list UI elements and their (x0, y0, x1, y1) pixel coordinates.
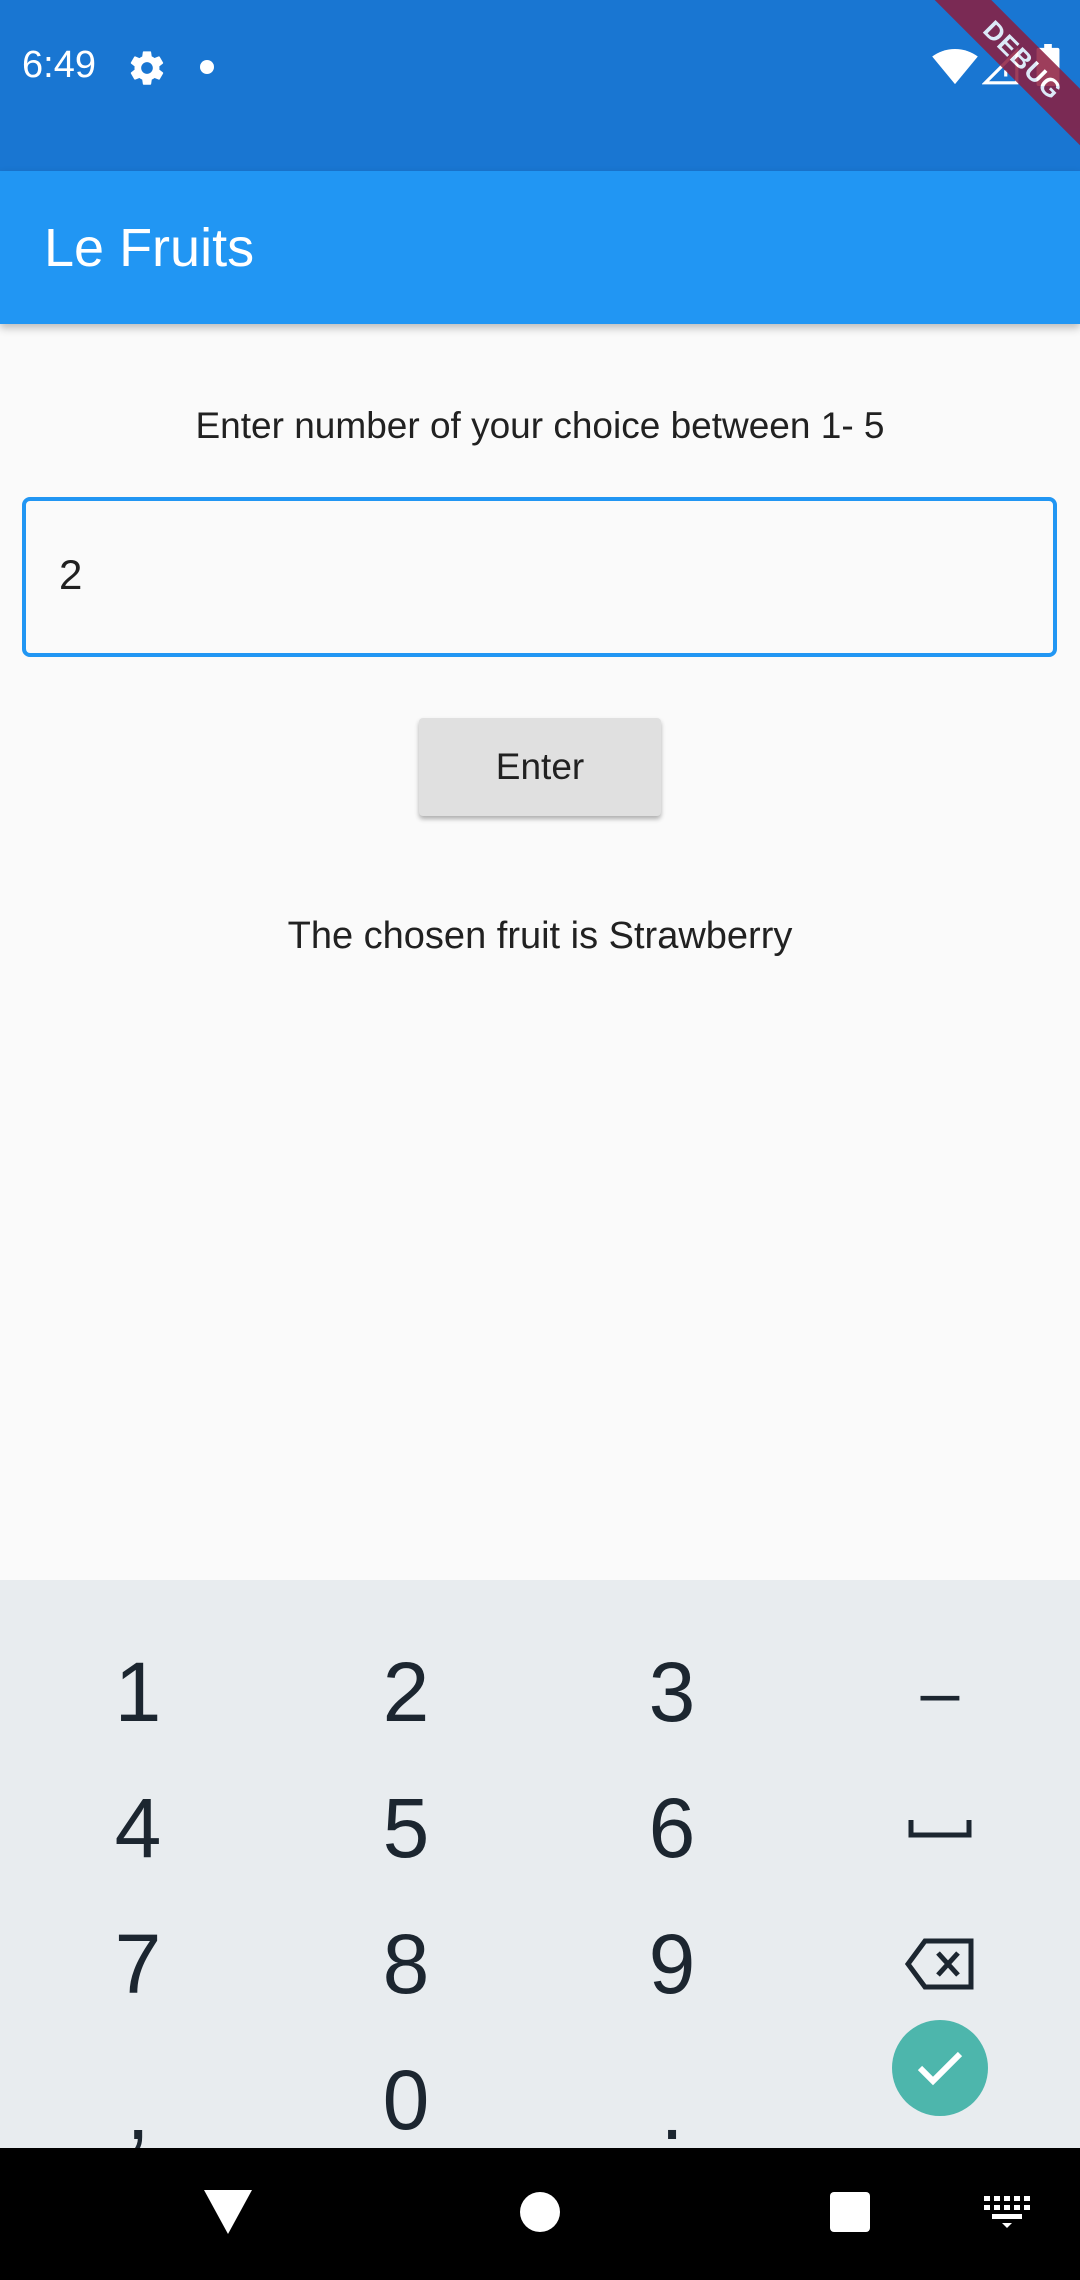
key-6[interactable]: 6 (537, 1760, 807, 1896)
notification-dot-icon (200, 60, 214, 74)
home-icon[interactable] (520, 2192, 560, 2232)
key-8[interactable]: 8 (271, 1896, 541, 2032)
navigation-bar (0, 2148, 1080, 2280)
status-bar: 6:49 (0, 0, 1080, 171)
key-4[interactable]: 4 (3, 1760, 273, 1896)
key-2[interactable]: 2 (271, 1624, 541, 1760)
key-9[interactable]: 9 (537, 1896, 807, 2032)
wifi-icon (932, 48, 978, 85)
prompt-label: Enter number of your choice between 1- 5 (195, 405, 885, 446)
key-space[interactable] (805, 1760, 1075, 1896)
numeric-keyboard: 1 2 3 – 4 5 6 7 8 9 , 0 . (0, 1580, 1080, 2157)
gear-icon (130, 51, 164, 85)
status-time: 6:49 (22, 44, 96, 86)
check-icon (917, 2051, 963, 2086)
key-1[interactable]: 1 (3, 1624, 273, 1760)
result-text: The chosen fruit is Strawberry (287, 915, 793, 957)
key-dash[interactable]: – (805, 1624, 1075, 1760)
key-7[interactable]: 7 (3, 1896, 273, 2032)
page-title: Le Fruits (44, 218, 255, 278)
enter-button[interactable]: Enter (419, 718, 661, 816)
backspace-icon (905, 1938, 974, 1990)
number-input[interactable]: 2 (22, 497, 1057, 657)
number-input-value: 2 (59, 551, 83, 598)
done-key[interactable] (805, 2000, 1075, 2136)
recents-icon[interactable] (830, 2192, 870, 2232)
key-3[interactable]: 3 (537, 1624, 807, 1760)
app-bar: Le Fruits (0, 171, 1080, 324)
screen: 6:49 DEBUG Le Fruits Enter number of you… (0, 0, 1080, 2280)
key-5[interactable]: 5 (271, 1760, 541, 1896)
done-button[interactable] (892, 2020, 988, 2116)
back-icon[interactable] (204, 2190, 252, 2234)
keyboard-switch-icon[interactable] (984, 2196, 1030, 2228)
space-icon (908, 1820, 972, 1838)
